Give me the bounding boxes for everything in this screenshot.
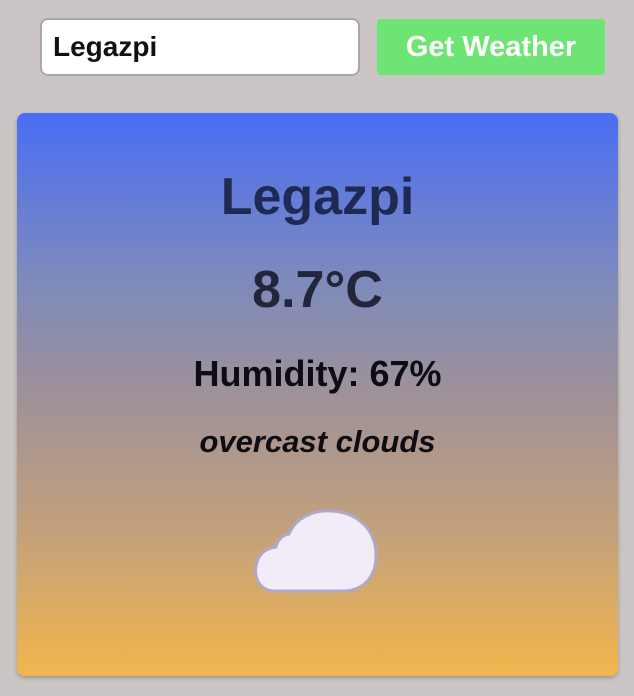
city-name: Legazpi bbox=[220, 168, 415, 226]
humidity: Humidity: 67% bbox=[193, 353, 442, 394]
weather-description: overcast clouds bbox=[199, 424, 436, 459]
get-weather-button[interactable]: Get Weather bbox=[377, 19, 605, 75]
city-search-input[interactable] bbox=[40, 18, 360, 76]
weather-card: Legazpi 8.7°C Humidity: 67% overcast clo… bbox=[17, 113, 618, 676]
temperature: 8.7°C bbox=[252, 261, 383, 319]
cloud-icon bbox=[254, 509, 378, 593]
